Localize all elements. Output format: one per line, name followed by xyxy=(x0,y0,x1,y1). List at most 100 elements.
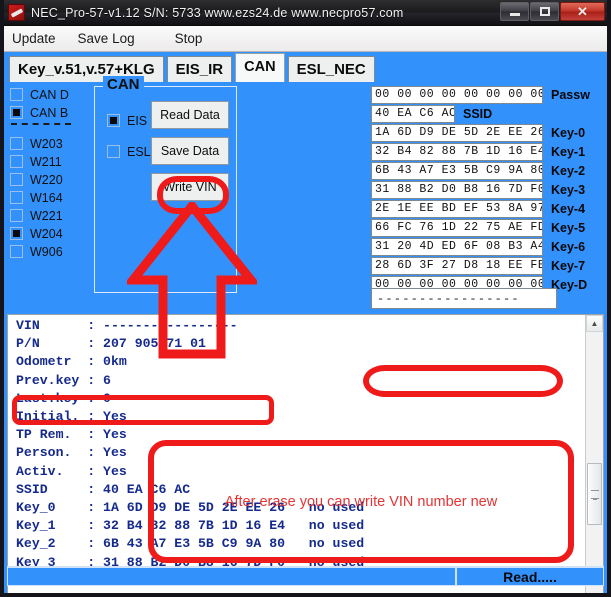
checkbox-label: W204 xyxy=(30,226,63,241)
key-7-field[interactable]: 28 6D 3F 27 D8 18 EE FE xyxy=(371,256,543,275)
log-scrollbar[interactable]: ▲ ▼ xyxy=(585,315,603,593)
key-6-field[interactable]: 31 20 4D ED 6F 08 B3 A4 xyxy=(371,237,543,256)
checkbox-label: ESL xyxy=(127,144,151,159)
minimize-icon xyxy=(509,13,520,16)
can-group-legend: CAN xyxy=(103,76,144,93)
checkbox-can-d[interactable]: CAN D xyxy=(10,86,88,103)
key-data-panel: 00 00 00 00 00 00 00 00 Passw 40 EA C6 A… xyxy=(371,85,607,294)
tab-can[interactable]: CAN xyxy=(235,53,285,82)
hex-row-label: Passw xyxy=(551,87,590,102)
hex-row: 6B 43 A7 E3 5B C9 9A 80 Key-2 xyxy=(371,161,607,180)
key-2-field[interactable]: 6B 43 A7 E3 5B C9 9A 80 xyxy=(371,161,543,180)
checkbox-eis[interactable]: EIS xyxy=(107,112,151,129)
main-content: CAN D CAN B W203 W211 W220 W164 W221 W20… xyxy=(4,76,607,593)
checkbox-box xyxy=(10,155,23,168)
model-select-panel: CAN D CAN B W203 W211 W220 W164 W221 W20… xyxy=(10,86,88,296)
key-1-field[interactable]: 32 B4 82 88 7B 1D 16 E4 xyxy=(371,142,543,161)
menu-item-save-log[interactable]: Save Log xyxy=(78,31,135,46)
checkbox-box xyxy=(10,88,23,101)
hex-row-label: Key-2 xyxy=(551,163,586,178)
hex-row: 32 B4 82 88 7B 1D 16 E4 Key-1 xyxy=(371,142,607,161)
log-text: VIN : ----------------- P/N : 207 905 71… xyxy=(16,318,365,570)
log-output-panel: VIN : ----------------- P/N : 207 905 71… xyxy=(7,314,604,593)
status-left-cell xyxy=(7,567,456,586)
checkbox-box xyxy=(10,173,23,186)
checkbox-label: W221 xyxy=(30,208,63,223)
checkbox-label: W220 xyxy=(30,172,63,187)
checkbox-can-b[interactable]: CAN B xyxy=(10,104,88,121)
can-group-box: CAN EIS ESL Read Data Save Data Write VI… xyxy=(94,76,237,293)
menu-bar: Update Save Log Stop xyxy=(4,26,607,52)
vin-input[interactable]: ----------------- xyxy=(371,288,557,309)
checkbox-label: CAN B xyxy=(30,105,69,120)
window-title: NEC_Pro-57-v1.12 S/N: 5733 www.ezs24.de … xyxy=(31,5,404,20)
checkbox-box xyxy=(10,137,23,150)
checkbox-box xyxy=(10,106,23,119)
hex-row: 2E 1E EE BD EF 53 8A 97 Key-4 xyxy=(371,199,607,218)
checkbox-w221[interactable]: W221 xyxy=(10,207,88,224)
key-4-field[interactable]: 2E 1E EE BD EF 53 8A 97 xyxy=(371,199,543,218)
checkbox-w211[interactable]: W211 xyxy=(10,153,88,170)
hex-row-label: Key-6 xyxy=(551,239,586,254)
app-logo-icon xyxy=(8,4,25,21)
menu-item-stop[interactable]: Stop xyxy=(175,31,203,46)
hex-row: 00 00 00 00 00 00 00 00 Passw xyxy=(371,85,607,104)
close-button[interactable]: ✕ xyxy=(560,2,605,21)
application-window: NEC_Pro-57-v1.12 S/N: 5733 www.ezs24.de … xyxy=(0,0,611,597)
hex-row-label: SSID xyxy=(463,106,493,121)
hex-row-label: Key-4 xyxy=(551,201,586,216)
hex-row: 31 88 B2 D0 B8 16 7D F0 Key-3 xyxy=(371,180,607,199)
hex-row-label: Key-0 xyxy=(551,125,586,140)
checkbox-w164[interactable]: W164 xyxy=(10,189,88,206)
hex-row-label: Key-7 xyxy=(551,258,586,273)
menu-item-update[interactable]: Update xyxy=(12,31,56,46)
can-button-group: Read Data Save Data Write VIN xyxy=(151,101,229,209)
checkbox-w204[interactable]: W204 xyxy=(10,225,88,242)
checkbox-label: W203 xyxy=(30,136,63,151)
save-data-button[interactable]: Save Data xyxy=(151,137,229,165)
status-right-cell: Read..... xyxy=(456,567,604,586)
hex-row: 31 20 4D ED 6F 08 B3 A4 Key-6 xyxy=(371,237,607,256)
checkbox-label: W906 xyxy=(30,244,63,259)
checkbox-box xyxy=(10,191,23,204)
key-0-field[interactable]: 1A 6D D9 DE 5D 2E EE 26 xyxy=(371,123,543,142)
scrollbar-thumb[interactable] xyxy=(587,463,602,525)
maximize-button[interactable] xyxy=(530,2,559,21)
maximize-icon xyxy=(539,7,550,16)
title-bar: NEC_Pro-57-v1.12 S/N: 5733 www.ezs24.de … xyxy=(4,0,607,26)
checkbox-box xyxy=(10,227,23,240)
hex-row: 28 6D 3F 27 D8 18 EE FE Key-7 xyxy=(371,256,607,275)
checkbox-label: W211 xyxy=(30,154,62,169)
checkbox-esl[interactable]: ESL xyxy=(107,143,151,160)
divider xyxy=(11,123,71,125)
hex-row: 66 FC 76 1D 22 75 AE FD Key-5 xyxy=(371,218,607,237)
password-field[interactable]: 00 00 00 00 00 00 00 00 xyxy=(371,85,543,104)
tab-esl-nec[interactable]: ESL_NEC xyxy=(287,56,375,82)
hex-row-label: Key-3 xyxy=(551,182,586,197)
checkbox-label: CAN D xyxy=(30,87,69,102)
checkbox-box xyxy=(107,145,120,158)
hex-row-label: Key-1 xyxy=(551,144,586,159)
checkbox-box xyxy=(10,209,23,222)
minimize-button[interactable] xyxy=(500,2,529,21)
checkbox-w220[interactable]: W220 xyxy=(10,171,88,188)
hex-row: 1A 6D D9 DE 5D 2E EE 26 Key-0 xyxy=(371,123,607,142)
key-3-field[interactable]: 31 88 B2 D0 B8 16 7D F0 xyxy=(371,180,543,199)
can-checkbox-list: EIS ESL xyxy=(107,112,151,161)
checkbox-w203[interactable]: W203 xyxy=(10,135,88,152)
checkbox-w906[interactable]: W906 xyxy=(10,243,88,260)
write-vin-button[interactable]: Write VIN xyxy=(151,173,229,201)
checkbox-label: EIS xyxy=(127,113,148,128)
tab-strip: Key_v.51,v.57+KLG EIS_IR CAN ESL_NEC xyxy=(4,52,607,82)
hex-row-label: Key-5 xyxy=(551,220,586,235)
checkbox-label: W164 xyxy=(30,190,63,205)
checkbox-box xyxy=(107,114,120,127)
checkbox-box xyxy=(10,245,23,258)
window-controls: ✕ xyxy=(499,2,605,21)
tab-eis-ir[interactable]: EIS_IR xyxy=(166,56,233,82)
scroll-up-icon[interactable]: ▲ xyxy=(586,315,603,332)
ssid-field[interactable]: 40 EA C6 AC xyxy=(371,104,455,123)
status-bar: Read..... xyxy=(7,566,604,586)
key-5-field[interactable]: 66 FC 76 1D 22 75 AE FD xyxy=(371,218,543,237)
read-data-button[interactable]: Read Data xyxy=(151,101,229,129)
